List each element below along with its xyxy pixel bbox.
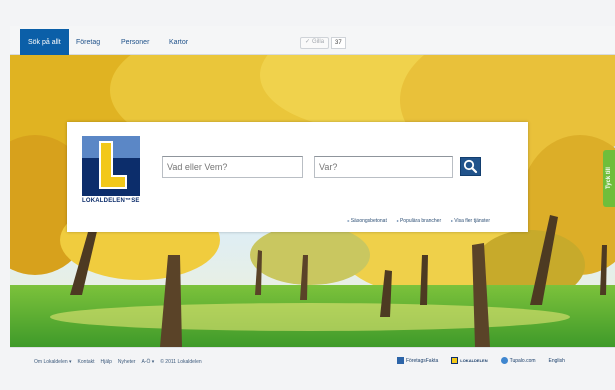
footer: Om Lokaldelen ▾ Kontakt Hjälp Nyheter A-…	[10, 347, 615, 390]
logo-wordmark: LOKALDELEN™SE	[82, 198, 140, 204]
lokaldelen-logo-icon	[451, 357, 459, 364]
tab-companies[interactable]: Företag	[68, 32, 108, 54]
feedback-tab[interactable]: Tyck till	[603, 150, 615, 207]
tab-maps[interactable]: Kartor	[161, 32, 196, 54]
chevron-down-icon: ▾	[69, 359, 72, 365]
top-nav: Sök på allt Företag Personer Kartor ✓ Gi…	[10, 26, 615, 56]
chevron-down-icon: ▾	[151, 359, 155, 365]
search-icon	[463, 159, 478, 174]
tab-persons[interactable]: Personer	[113, 32, 157, 54]
search-panel: LOKALDELEN™SE Säsongsbetonat Populära br…	[67, 122, 528, 232]
what-who-input[interactable]	[162, 156, 303, 178]
partner-lokaldelen[interactable]: LOKALDELEN	[451, 357, 488, 364]
footer-link-news[interactable]: Nyheter	[118, 359, 136, 365]
footer-link-a-o[interactable]: A-Ö ▾	[141, 359, 154, 365]
like-count: 37	[331, 36, 346, 49]
tupalo-logo-icon	[500, 357, 508, 364]
footer-link-contact[interactable]: Kontakt	[78, 359, 95, 365]
footer-links: Om Lokaldelen ▾ Kontakt Hjälp Nyheter A-…	[34, 359, 202, 365]
like-button[interactable]: ✓ Gilla	[300, 36, 330, 49]
like-label: Gilla	[312, 39, 325, 45]
partner-tupalo[interactable]: Tupalo.com	[500, 357, 536, 364]
footer-link-about[interactable]: Om Lokaldelen ▾	[34, 359, 72, 365]
search-button[interactable]	[460, 157, 481, 176]
lokaldelen-logo	[82, 136, 140, 196]
language-english-link[interactable]: English	[549, 358, 565, 364]
thumb-up-icon: ✓	[305, 39, 311, 45]
footer-copyright: © 2011 Lokaldelen	[160, 359, 202, 365]
where-input[interactable]	[314, 156, 453, 178]
link-more-services[interactable]: Visa fler tjänster	[451, 218, 490, 224]
foretagsfakta-logo-icon	[397, 357, 404, 364]
footer-link-help[interactable]: Hjälp	[101, 359, 112, 365]
search-links: Säsongsbetonat Populära brancher Visa fl…	[348, 218, 490, 224]
partner-links: FöretagsFakta LOKALDELEN Tupalo.com Engl…	[397, 357, 565, 364]
like-widget: ✓ Gilla 37	[300, 36, 346, 49]
link-seasonal[interactable]: Säsongsbetonat	[348, 218, 387, 224]
tab-search-all[interactable]: Sök på allt	[20, 29, 69, 56]
link-popular-branches[interactable]: Populära brancher	[397, 218, 441, 224]
partner-foretagsfakta[interactable]: FöretagsFakta	[397, 357, 438, 364]
